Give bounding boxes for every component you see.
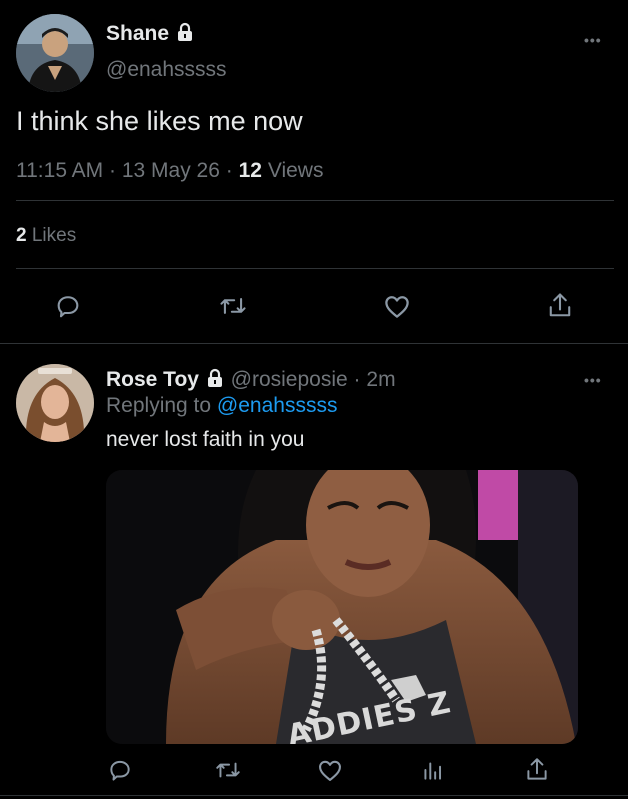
reply-media-image[interactable]: ADDIES Z: [106, 470, 578, 744]
likes-summary[interactable]: 2 Likes: [16, 225, 76, 247]
more-icon[interactable]: •••: [584, 372, 602, 388]
views-label: Views: [267, 159, 324, 182]
main-tweet-handle[interactable]: @enahsssss: [106, 58, 227, 82]
replying-to-handle[interactable]: @enahsssss: [217, 394, 338, 417]
separator: ·: [225, 159, 233, 182]
heart-icon[interactable]: [316, 756, 344, 789]
likes-label: Likes: [31, 225, 77, 246]
reply-author-name[interactable]: Rose Toy: [106, 368, 199, 391]
tweet-date: 13 May 26: [121, 159, 220, 182]
heart-icon[interactable]: [382, 291, 412, 326]
more-icon[interactable]: •••: [584, 32, 602, 48]
main-tweet-meta: 11:15 AM · 13 May 26 · 12 Views: [16, 159, 323, 183]
analytics-icon[interactable]: [420, 757, 446, 788]
reply-header: Rose Toy @rosieposie · 2m: [106, 368, 396, 392]
reply-icon[interactable]: [54, 292, 82, 325]
retweet-icon[interactable]: [218, 292, 248, 325]
divider: [16, 200, 614, 201]
gif-photo: [106, 470, 578, 744]
divider: [0, 795, 628, 796]
retweet-icon[interactable]: [214, 757, 242, 788]
reply-icon[interactable]: [107, 757, 133, 788]
reply-avatar[interactable]: [16, 364, 94, 442]
divider: [16, 268, 614, 269]
lock-icon: [205, 368, 225, 388]
main-tweet-avatar[interactable]: [16, 14, 94, 92]
replying-to: Replying to @enahsssss: [106, 394, 337, 418]
avatar-photo: [16, 364, 94, 442]
divider: [0, 343, 628, 344]
replying-to-label: Replying to: [106, 394, 212, 417]
lock-icon: [175, 22, 195, 42]
reply-text: never lost faith in you: [106, 428, 305, 451]
share-icon[interactable]: [546, 291, 574, 326]
reply-handle[interactable]: @rosieposie: [231, 368, 348, 391]
separator: ·: [109, 159, 117, 182]
likes-count: 2: [16, 225, 27, 246]
reply-age: 2m: [366, 368, 396, 391]
separator: ·: [353, 368, 361, 391]
main-tweet-author-name[interactable]: Shane: [106, 22, 195, 46]
avatar-photo: [16, 14, 94, 92]
views-count: 12: [238, 159, 262, 182]
main-tweet-text: I think she likes me now: [16, 106, 303, 136]
share-icon[interactable]: [524, 756, 550, 789]
tweet-time: 11:15 AM: [16, 159, 104, 182]
